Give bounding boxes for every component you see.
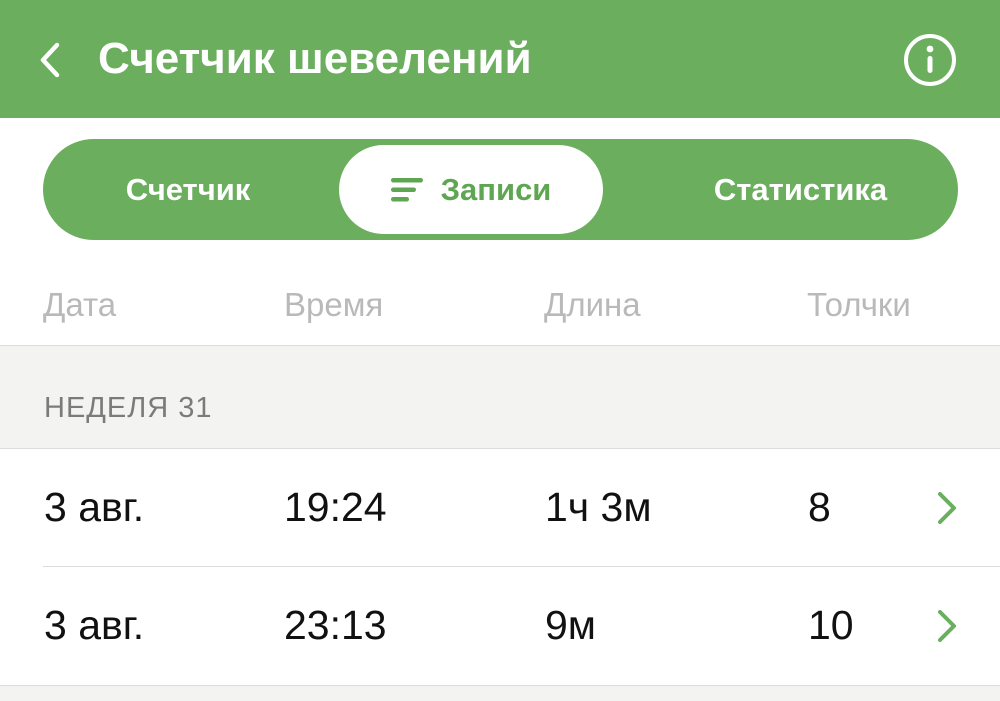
section-label: НЕДЕЛЯ 31 bbox=[44, 392, 213, 424]
page-title: Счетчик шевелений bbox=[98, 34, 532, 83]
column-header-date: Дата bbox=[43, 286, 117, 323]
tab-counter-label: Счетчик bbox=[125, 171, 251, 207]
row-kicks: 8 bbox=[808, 484, 831, 530]
next-section-strip bbox=[0, 686, 1000, 701]
tab-counter[interactable]: Счетчик bbox=[43, 139, 333, 240]
tab-records-label: Записи bbox=[440, 171, 552, 207]
row-date: 3 авг. bbox=[44, 484, 145, 530]
segmented-control: Счетчик Записи Статистика bbox=[43, 139, 958, 240]
column-header-time: Время bbox=[284, 286, 384, 323]
info-button[interactable] bbox=[903, 33, 957, 87]
tab-records[interactable]: Записи bbox=[339, 145, 603, 234]
chevron-left-icon bbox=[40, 42, 60, 78]
row-date: 3 авг. bbox=[44, 602, 145, 648]
row-length: 1ч 3м bbox=[545, 484, 652, 530]
list-icon bbox=[390, 177, 423, 201]
info-circle-icon bbox=[904, 34, 956, 86]
tab-statistics[interactable]: Статистика bbox=[643, 139, 958, 240]
row-time: 19:24 bbox=[284, 484, 387, 530]
tab-statistics-label: Статистика bbox=[713, 171, 888, 207]
chevron-right-icon bbox=[938, 610, 956, 642]
table-row[interactable]: 3 авг. 19:24 1ч 3м 8 bbox=[0, 449, 1000, 566]
chevron-right-icon bbox=[938, 492, 956, 524]
app-header: Счетчик шевелений bbox=[0, 0, 1000, 118]
row-time: 23:13 bbox=[284, 602, 387, 648]
column-header-kicks: Толчки bbox=[807, 286, 911, 323]
row-kicks: 10 bbox=[808, 602, 854, 648]
table-row[interactable]: 3 авг. 23:13 9м 10 bbox=[0, 567, 1000, 684]
back-button[interactable] bbox=[30, 36, 70, 84]
column-header-length: Длина bbox=[544, 286, 641, 323]
row-length: 9м bbox=[545, 602, 596, 648]
